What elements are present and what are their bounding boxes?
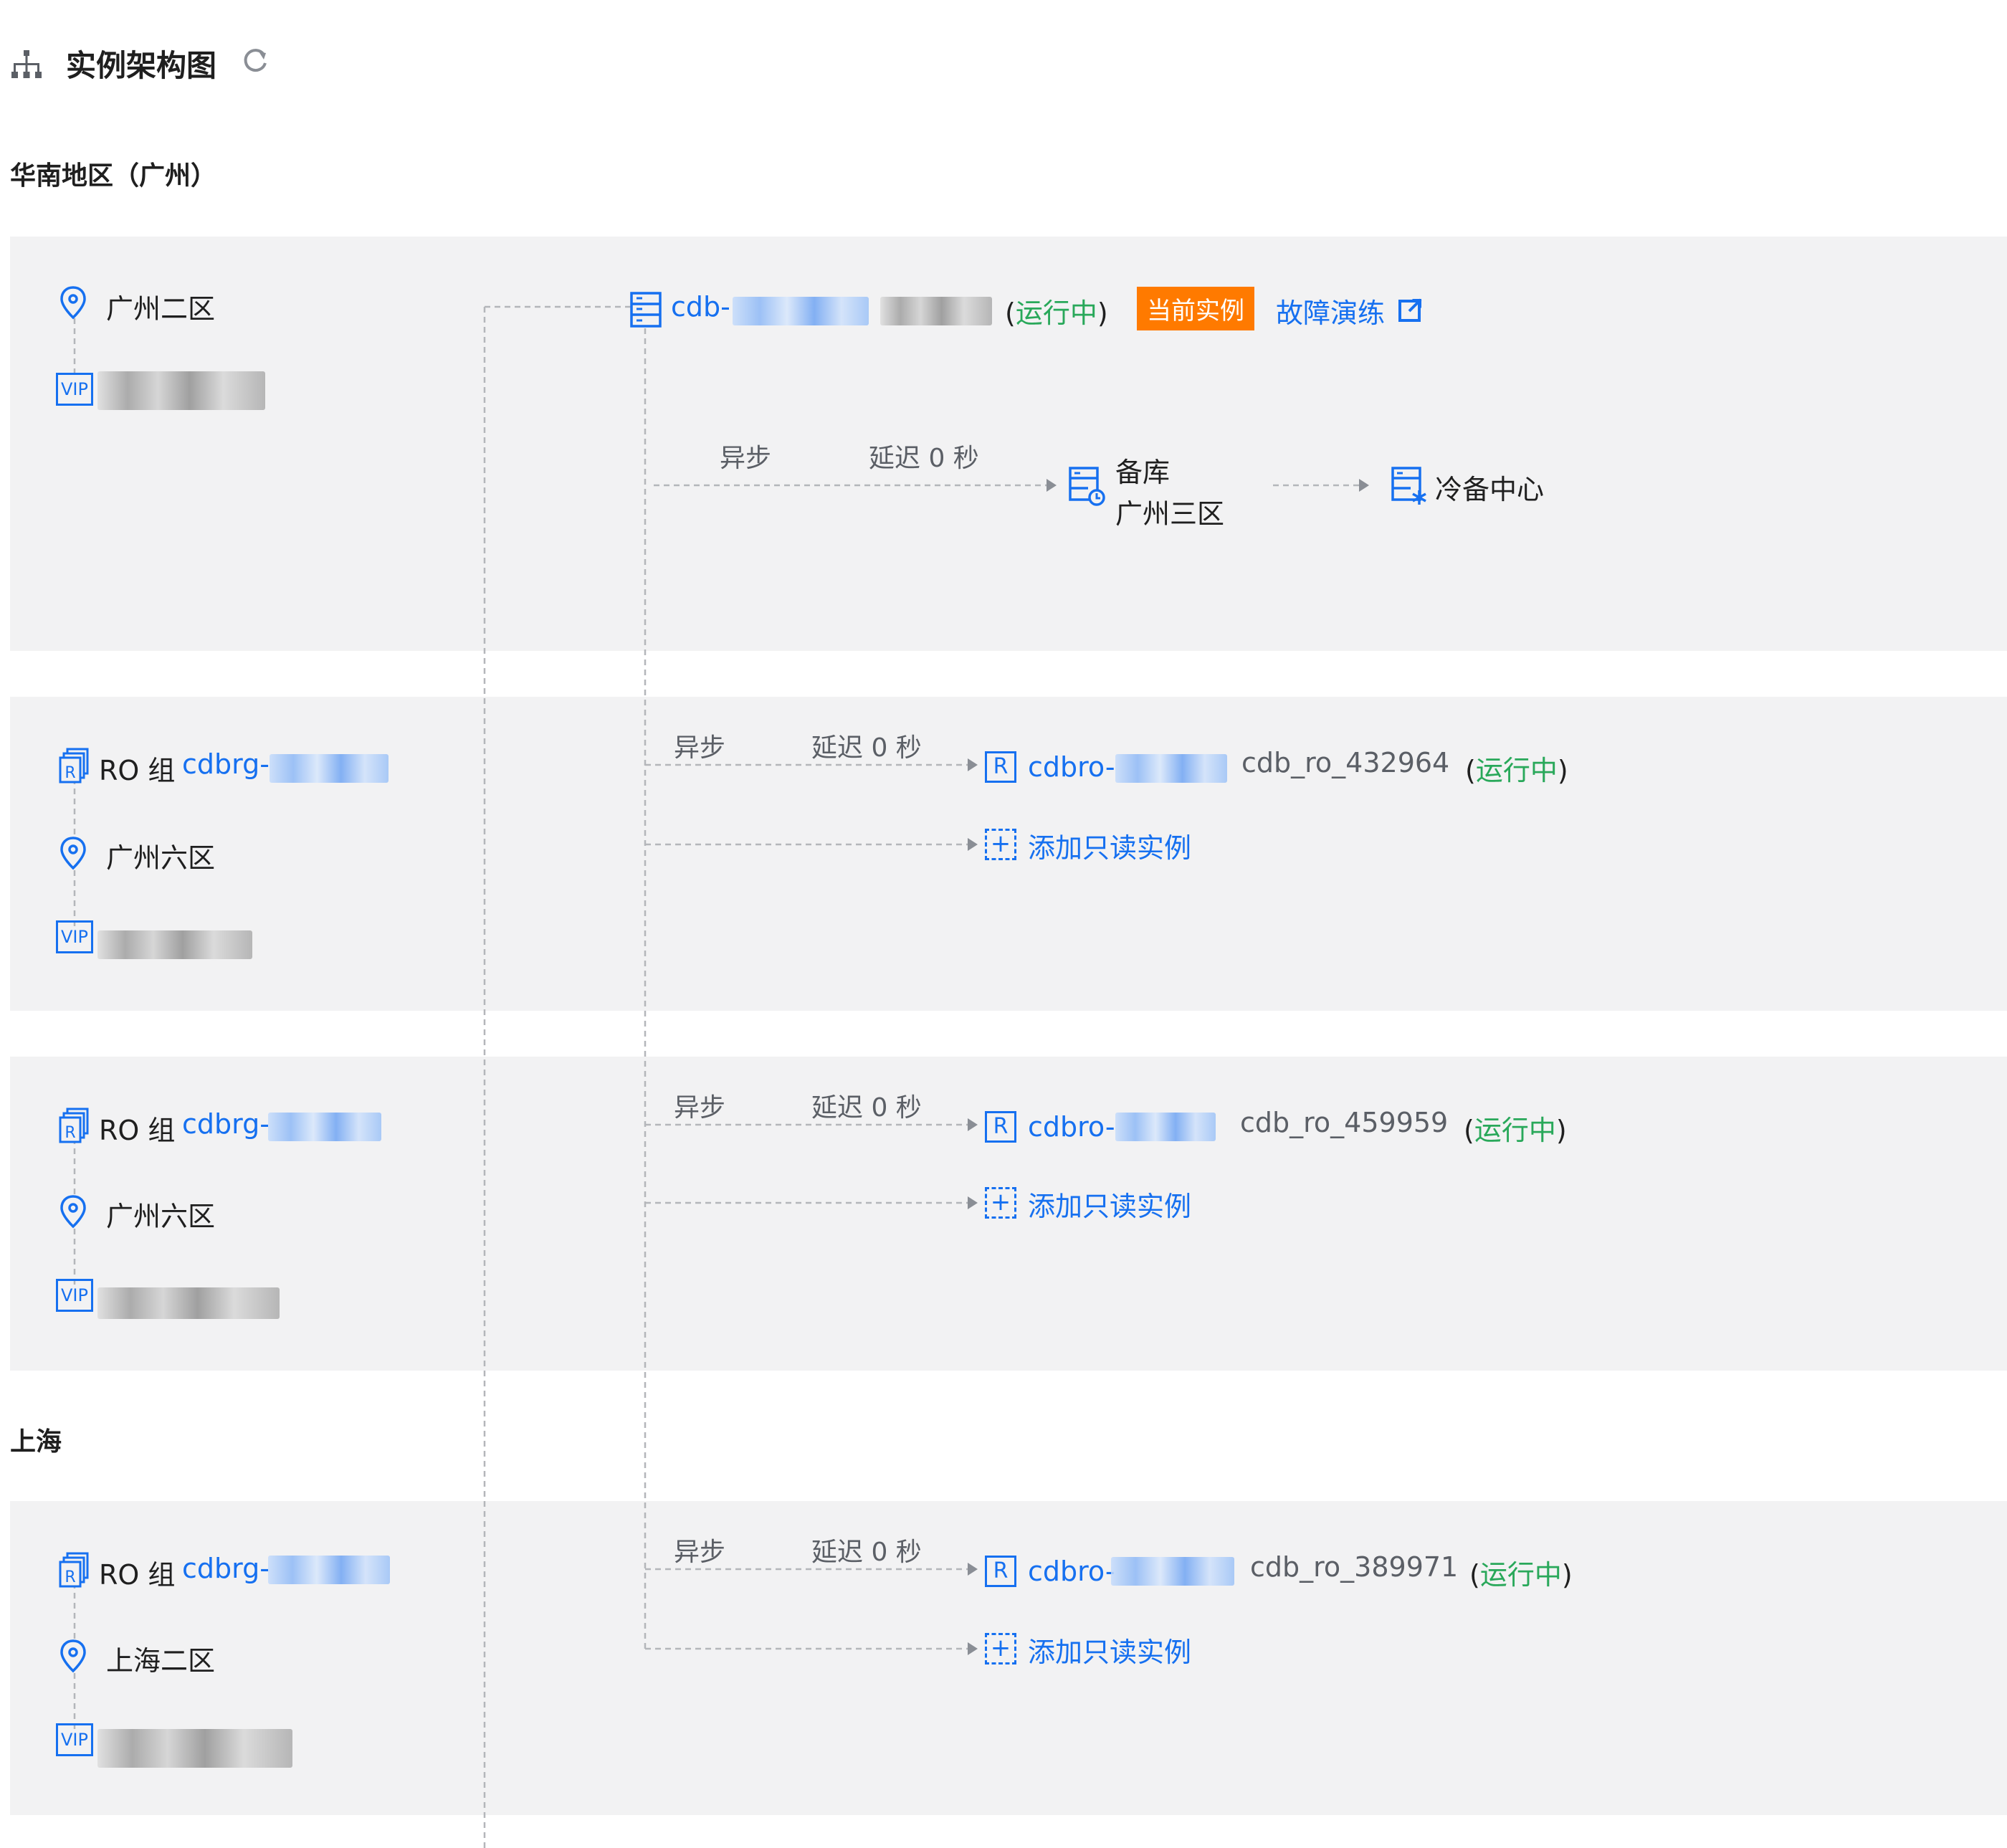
ro-delay-2: 延迟 0 秒 (811, 1093, 922, 1123)
vip-icon: VIP (56, 920, 93, 953)
ro-group-icon: R (59, 1108, 89, 1143)
add-plus-icon[interactable]: + (985, 1633, 1016, 1664)
topology-icon (11, 50, 42, 78)
external-link-icon[interactable] (1398, 297, 1424, 323)
ro-status-text-3: 运行中 (1479, 1559, 1562, 1591)
add-readonly-instance-3[interactable]: 添加只读实例 (1028, 1630, 1191, 1670)
primary-sync-mode: 异步 (720, 444, 772, 473)
ro-group-zone-1: 广州六区 (106, 842, 216, 874)
ro-group-zone-3: 上海二区 (106, 1645, 216, 1677)
ro-group-label-2: RO 组 (99, 1115, 176, 1146)
ro-group-id-1[interactable]: cdbrg- (182, 748, 270, 780)
location-pin-icon (60, 1639, 86, 1673)
ro-instance-name-3: cdb_ro_389971 (1250, 1551, 1459, 1583)
region-title-shanghai: 上海 (10, 1427, 62, 1457)
ro-instance-id-redacted-3 (1111, 1557, 1234, 1586)
ro-sync-mode-1: 异步 (674, 733, 726, 763)
ro-instance-status-2: (运行中) (1464, 1115, 1567, 1146)
ro-instance-link-3[interactable]: cdbro- (1028, 1556, 1115, 1587)
standby-db-icon (1069, 467, 1105, 506)
ro-instance-id-redacted-1 (1115, 754, 1227, 783)
primary-instance-id-redacted (733, 297, 869, 325)
ro-instance-name-1: cdb_ro_432964 (1241, 747, 1450, 778)
add-plus-icon[interactable]: + (985, 829, 1016, 860)
cold-backup-icon (1391, 467, 1426, 505)
ro-status-text-2: 运行中 (1474, 1115, 1556, 1146)
vip-address-redacted-1 (97, 930, 252, 959)
ro-delay-1: 延迟 0 秒 (811, 733, 922, 763)
location-pin-icon (60, 837, 86, 870)
vip-icon: VIP (56, 1279, 93, 1312)
primary-status-text: 运行中 (1015, 297, 1097, 329)
vip-address-redacted-3 (97, 1729, 292, 1768)
ro-group-label-3: RO 组 (99, 1559, 176, 1591)
primary-status: (运行中) (1005, 297, 1108, 329)
primary-delay: 延迟 0 秒 (869, 444, 979, 473)
vip-address-redacted-2 (97, 1287, 280, 1319)
add-readonly-instance-2[interactable]: 添加只读实例 (1028, 1184, 1191, 1224)
add-plus-icon[interactable]: + (985, 1187, 1016, 1219)
cold-backup-center: 冷备中心 (1435, 474, 1545, 505)
ro-instance-status-3: (运行中) (1469, 1559, 1573, 1591)
refresh-icon[interactable] (239, 44, 271, 76)
ro-group-zone-2: 广州六区 (106, 1201, 216, 1232)
ro-instance-id-redacted-2 (1115, 1113, 1216, 1141)
svg-text:R: R (65, 1124, 75, 1142)
ro-group-id-redacted-1 (270, 754, 388, 783)
ro-instance-link-1[interactable]: cdbro- (1028, 751, 1115, 783)
ro-instance-link-2[interactable]: cdbro- (1028, 1111, 1115, 1143)
ro-group-icon: R (59, 1552, 89, 1588)
primary-zone: 广州二区 (106, 293, 216, 325)
standby-title: 备库 (1115, 457, 1171, 488)
ro-group-label-1: RO 组 (99, 755, 176, 786)
primary-instance-link[interactable]: cdb- (671, 291, 730, 323)
ro-group-id-redacted-3 (268, 1556, 390, 1584)
ro-group-id-redacted-2 (268, 1113, 381, 1141)
fault-drill-link[interactable]: 故障演练 (1276, 291, 1385, 330)
ro-group-id-3[interactable]: cdbrg- (182, 1553, 270, 1584)
readonly-r-icon: R (985, 751, 1016, 783)
region-title-guangzhou: 华南地区（广州） (10, 161, 217, 191)
ro-sync-mode-3: 异步 (674, 1538, 726, 1567)
location-pin-icon (60, 286, 86, 320)
ro-group-icon: R (59, 748, 89, 784)
current-instance-badge: 当前实例 (1137, 287, 1254, 330)
readonly-r-icon: R (985, 1111, 1016, 1143)
vip-icon: VIP (56, 1723, 93, 1756)
ro-instance-status-1: (运行中) (1465, 755, 1568, 786)
location-pin-icon (60, 1195, 86, 1229)
page-title: 实例架构图 (66, 48, 217, 83)
standby-zone: 广州三区 (1115, 498, 1225, 530)
ro-status-text-1: 运行中 (1475, 755, 1558, 786)
ro-delay-3: 延迟 0 秒 (811, 1538, 922, 1567)
ro-instance-name-2: cdb_ro_459959 (1240, 1107, 1449, 1138)
svg-text:R: R (65, 1568, 75, 1586)
readonly-r-icon: R (985, 1556, 1016, 1587)
primary-instance-name-redacted (880, 297, 992, 325)
vip-address-redacted (97, 371, 265, 410)
svg-text:R: R (65, 764, 75, 782)
add-readonly-instance-1[interactable]: 添加只读实例 (1028, 826, 1191, 865)
database-icon (630, 292, 662, 328)
ro-group-id-2[interactable]: cdbrg- (182, 1108, 270, 1140)
vip-icon: VIP (56, 373, 93, 406)
ro-sync-mode-2: 异步 (674, 1093, 726, 1123)
